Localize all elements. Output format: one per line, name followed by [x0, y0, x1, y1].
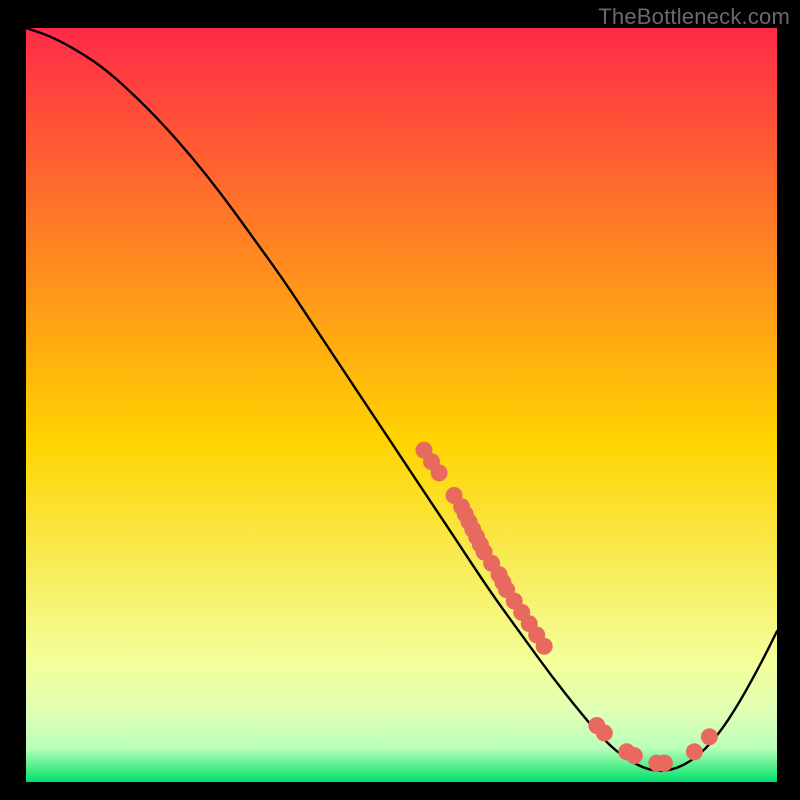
chart-svg: [26, 28, 777, 782]
marker-dot: [656, 755, 673, 772]
gradient-background: [26, 28, 777, 782]
watermark-text: TheBottleneck.com: [598, 4, 790, 30]
marker-dot: [701, 728, 718, 745]
marker-dot: [536, 638, 553, 655]
marker-dot: [431, 464, 448, 481]
chart-frame: TheBottleneck.com: [0, 0, 800, 800]
marker-dot: [626, 747, 643, 764]
marker-dot: [596, 725, 613, 742]
marker-dot: [686, 743, 703, 760]
chart-plot-area: [26, 28, 777, 782]
